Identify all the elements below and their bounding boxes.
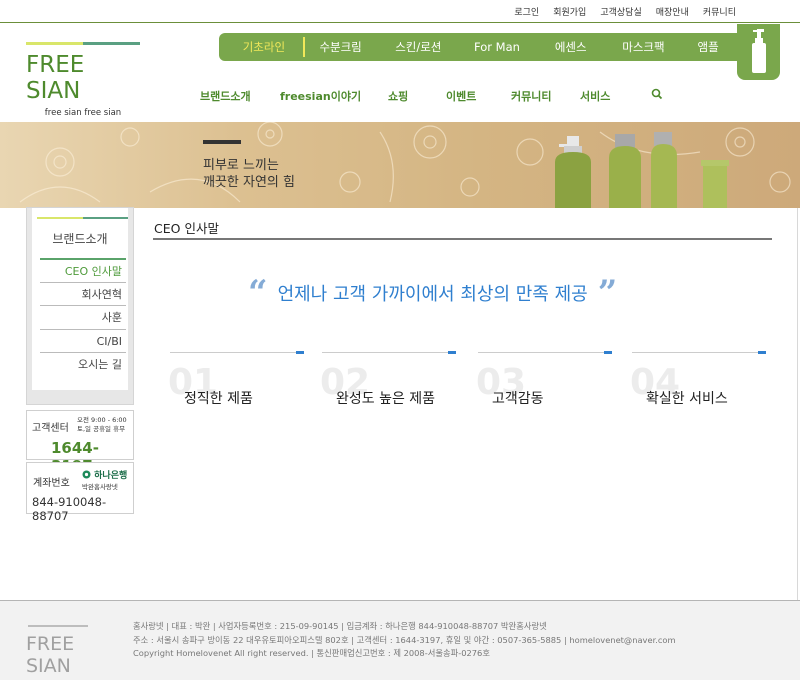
customer-center-box: 고객센터 오전 9:00 - 6:00 토,일 공휴일 휴무 1644-3197 <box>26 410 134 475</box>
footer-logo-name: FREE SIAN <box>26 633 75 677</box>
category-essence[interactable]: 에센스 <box>528 39 614 55</box>
logo-bar <box>26 42 140 45</box>
footer: FREE SIAN 홈사랑넷 | 대표 : 박완 | 사업자등록번호 : 215… <box>0 600 800 680</box>
hours-line-1: 오전 9:00 - 6:00 <box>77 416 127 424</box>
sidebar-panel: 브랜드소개 CEO 인사말 회사연혁 사훈 CI/BI 오시는 길 <box>32 208 128 390</box>
sidebar-item-history[interactable]: 회사연혁 <box>40 281 126 306</box>
nav-service[interactable]: 서비스 <box>580 88 610 104</box>
sidebar: 브랜드소개 CEO 인사말 회사연혁 사훈 CI/BI 오시는 길 <box>26 207 134 405</box>
nav-community[interactable]: 커뮤니티 <box>511 88 551 104</box>
ceo-quote: “ 언제나 고객 가까이에서 최상의 만족 제공 ” <box>248 273 618 313</box>
account-holder: 박완홈사랑넷 <box>82 483 118 491</box>
category-skin-lotion[interactable]: 스킨/로션 <box>370 39 466 55</box>
login-link[interactable]: 로그인 <box>514 5 539 18</box>
customer-consult-link[interactable]: 고객상담실 <box>600 5 641 18</box>
category-moisture-cream[interactable]: 수분크림 <box>311 39 371 55</box>
footer-line-1: 홈사랑넷 | 대표 : 박완 | 사업자등록번호 : 215-09-90145 … <box>133 621 547 631</box>
content-right-border <box>797 208 798 600</box>
footer-line-2: 주소 : 서울시 송파구 방이동 22 대우유토피아오피스텔 802호 | 고객… <box>133 634 676 645</box>
sidebar-item-motto[interactable]: 사훈 <box>40 305 126 329</box>
footer-info: 홈사랑넷 | 대표 : 박완 | 사업자등록번호 : 215-09-90145 … <box>133 620 676 661</box>
category-mask-pack[interactable]: 마스크팩 <box>614 39 674 55</box>
footer-logo: FREE SIAN <box>26 625 119 677</box>
bank-account-label: 계좌번호 <box>33 478 70 489</box>
nav-event[interactable]: 이벤트 <box>446 88 476 104</box>
bank-name-text: 하나은행 <box>94 471 128 481</box>
hours-line-2: 토,일 공휴일 휴무 <box>77 425 126 433</box>
category-basic-line[interactable]: 기초라인 <box>231 39 297 55</box>
sidebar-color-bar <box>37 217 128 219</box>
header-divider <box>0 22 800 23</box>
banner-line-1: 피부로 느끼는 <box>203 158 279 173</box>
nav-shopping[interactable]: 쇼핑 <box>388 88 408 104</box>
logo-tagline: free sian free sian <box>44 108 122 118</box>
value-item: 04 확실한 서비스 <box>630 351 766 412</box>
footer-line-3: Copyright Homelovenet All right reserved… <box>133 648 490 658</box>
account-number: 844-910048-88707 <box>32 495 107 523</box>
logo-name: FREE SIAN <box>26 52 85 104</box>
sidebar-item-ci-bi[interactable]: CI/BI <box>40 328 126 353</box>
close-quote-icon: ” <box>597 273 618 313</box>
value-item: 03 고객감동 <box>476 351 612 412</box>
core-values: 01 정직한 제품 02 완성도 높은 제품 03 고객감동 04 확실한 서비… <box>168 351 766 412</box>
bank-name: 하나은행 <box>82 468 127 481</box>
nav-freesian-story[interactable]: freesian이야기 <box>280 88 361 104</box>
hero-banner: 피부로 느끼는 깨끗한 자연의 힘 <box>0 122 800 208</box>
quote-text: 언제나 고객 가까이에서 최상의 만족 제공 <box>277 284 588 305</box>
value-label: 완성도 높은 제품 <box>336 391 436 407</box>
customer-center-label: 고객센터 <box>32 423 69 434</box>
bank-account-box: 계좌번호 하나은행 박완홈사랑넷 844-910048-88707 <box>26 462 134 523</box>
value-item: 02 완성도 높은 제품 <box>320 351 456 412</box>
site-logo[interactable]: FREE SIAN free sian free sian <box>26 42 140 118</box>
banner-dash <box>203 140 241 144</box>
product-bottles-image <box>555 132 729 208</box>
bank-logo-icon <box>82 470 91 479</box>
value-item: 01 정직한 제품 <box>168 351 304 412</box>
category-bar: 기초라인 수분크림 스킨/로션 For Man 에센스 마스크팩 앰플 <box>219 33 743 61</box>
sidebar-menu: CEO 인사말 회사연혁 사훈 CI/BI 오시는 길 <box>40 258 126 376</box>
search-icon[interactable] <box>651 88 663 103</box>
signup-link[interactable]: 회원가입 <box>553 5 586 18</box>
value-label: 확실한 서비스 <box>646 391 728 407</box>
sidebar-item-directions[interactable]: 오시는 길 <box>40 352 126 376</box>
nav-brand-intro[interactable]: 브랜드소개 <box>200 88 251 104</box>
banner-copy: 피부로 느끼는 깨끗한 자연의 힘 <box>203 157 295 191</box>
open-quote-icon: “ <box>248 273 268 313</box>
bottle-icon <box>737 24 780 80</box>
category-active-divider <box>302 37 305 57</box>
page-title: CEO 인사말 <box>154 221 219 236</box>
top-utility-links: 로그인 회원가입 고객상담실 매장안내 커뮤니티 <box>514 0 736 22</box>
sidebar-title: 브랜드소개 <box>52 232 108 246</box>
sidebar-item-ceo-greeting[interactable]: CEO 인사말 <box>40 258 126 282</box>
category-ampoule[interactable]: 앰플 <box>673 39 743 55</box>
customer-center-hours: 오전 9:00 - 6:00 토,일 공휴일 휴무 <box>77 416 127 434</box>
value-label: 고객감동 <box>492 391 544 407</box>
store-info-link[interactable]: 매장안내 <box>656 5 689 18</box>
value-label: 정직한 제품 <box>184 391 253 407</box>
title-divider <box>153 238 772 240</box>
banner-line-2: 깨끗한 자연의 힘 <box>203 175 295 190</box>
community-link[interactable]: 커뮤니티 <box>703 5 736 18</box>
category-for-man[interactable]: For Man <box>466 40 528 54</box>
